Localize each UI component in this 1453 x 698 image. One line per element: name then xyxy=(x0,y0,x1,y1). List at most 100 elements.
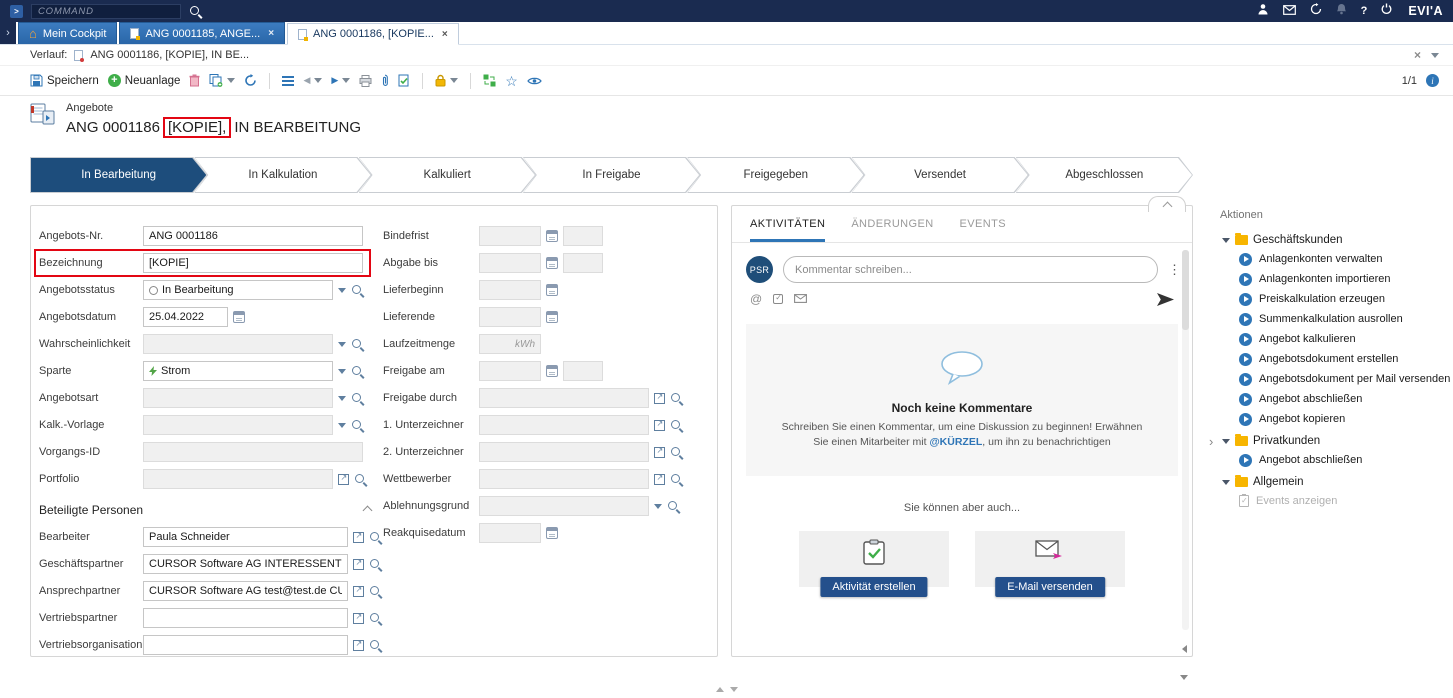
open-record-icon[interactable] xyxy=(353,613,364,624)
send-icon[interactable] xyxy=(1157,293,1174,306)
abgabe-bis-input[interactable] xyxy=(479,253,541,273)
freigabe-am-input[interactable] xyxy=(479,361,541,381)
new-button[interactable]: + Neuanlage xyxy=(108,74,181,87)
angebotsart-input[interactable] xyxy=(143,388,333,408)
vorgangs-id-input[interactable] xyxy=(143,442,363,462)
attachment-button[interactable] xyxy=(381,74,389,87)
close-icon[interactable]: × xyxy=(442,29,448,40)
kalk-vorlage-input[interactable] xyxy=(143,415,333,435)
wettbewerber-input[interactable] xyxy=(479,469,649,489)
open-record-icon[interactable] xyxy=(654,447,665,458)
calendar-icon[interactable] xyxy=(546,365,558,377)
tab-aenderungen[interactable]: ÄNDERUNGEN xyxy=(851,218,933,242)
search-icon[interactable] xyxy=(670,446,683,459)
angebots-nr-input[interactable]: ANG 0001186 xyxy=(143,226,363,246)
lieferbeginn-input[interactable] xyxy=(479,280,541,300)
scroll-left-button[interactable] xyxy=(1176,641,1192,656)
chevron-down-icon[interactable] xyxy=(450,78,458,83)
action-item[interactable]: Angebot kalkulieren xyxy=(1206,329,1453,349)
ansprechpartner-input[interactable]: CURSOR Software AG test@test.de CURS... xyxy=(143,581,348,601)
search-icon[interactable] xyxy=(351,392,364,405)
search-icon[interactable] xyxy=(351,419,364,432)
collapse-triangle-icon[interactable] xyxy=(1222,480,1230,485)
transfer-button[interactable] xyxy=(483,74,496,87)
action-item[interactable]: Angebot abschließen xyxy=(1206,450,1453,470)
more-menu-icon[interactable]: ⋮ xyxy=(1168,262,1178,278)
favorite-button[interactable]: ☆ xyxy=(505,74,518,88)
tab-events[interactable]: EVENTS xyxy=(960,218,1006,242)
stage-versendet[interactable]: Versendet xyxy=(851,157,1028,193)
portfolio-input[interactable] xyxy=(143,469,333,489)
info-icon[interactable]: i xyxy=(1426,74,1439,87)
search-icon[interactable] xyxy=(667,500,680,513)
open-record-icon[interactable] xyxy=(654,420,665,431)
power-icon[interactable] xyxy=(1381,2,1392,20)
open-record-icon[interactable] xyxy=(654,393,665,404)
search-icon[interactable] xyxy=(351,338,364,351)
search-icon[interactable] xyxy=(351,284,364,297)
user-icon[interactable] xyxy=(1257,2,1269,20)
open-record-icon[interactable] xyxy=(353,640,364,651)
tab-mein-cockpit[interactable]: ⌂ Mein Cockpit xyxy=(18,22,117,44)
group-privatkunden[interactable]: › Privatkunden xyxy=(1206,432,1453,450)
lieferende-input[interactable] xyxy=(479,307,541,327)
bell-icon[interactable] xyxy=(1336,2,1347,20)
dropdown-icon[interactable] xyxy=(338,369,346,374)
command-input[interactable] xyxy=(31,4,181,19)
freigabe-am-time-input[interactable] xyxy=(563,361,603,381)
angebotsdatum-input[interactable]: 25.04.2022 xyxy=(143,307,228,327)
help-icon[interactable]: ? xyxy=(1361,5,1368,17)
close-icon[interactable]: × xyxy=(1414,48,1421,62)
tab-ang-0001186[interactable]: ANG 0001186, [KOPIE... × xyxy=(287,23,459,45)
collapse-icon[interactable] xyxy=(363,505,373,515)
open-record-icon[interactable] xyxy=(654,474,665,485)
action-item[interactable]: Anlagenkonten importieren xyxy=(1206,269,1453,289)
expand-chevron-icon[interactable]: › xyxy=(1209,434,1213,449)
refresh-button[interactable] xyxy=(244,74,257,87)
search-icon[interactable] xyxy=(670,473,683,486)
vertriebspartner-input[interactable] xyxy=(143,608,348,628)
stage-abgeschlossen[interactable]: Abgeschlossen xyxy=(1016,157,1193,193)
stage-in-kalkulation[interactable]: In Kalkulation xyxy=(194,157,371,193)
chevron-down-icon[interactable] xyxy=(227,78,235,83)
document-check-button[interactable] xyxy=(398,74,410,87)
bezeichnung-input[interactable]: [KOPIE] xyxy=(143,253,363,273)
search-icon[interactable] xyxy=(189,5,202,18)
stage-freigegeben[interactable]: Freigegeben xyxy=(687,157,864,193)
action-item[interactable]: Anlagenkonten verwalten xyxy=(1206,249,1453,269)
calendar-icon[interactable] xyxy=(233,311,245,323)
task-icon[interactable] xyxy=(773,294,783,304)
search-icon[interactable] xyxy=(369,612,382,625)
stage-in-freigabe[interactable]: In Freigabe xyxy=(523,157,700,193)
open-record-icon[interactable] xyxy=(338,474,349,485)
verlauf-entry[interactable]: ANG 0001186, [KOPIE], IN BE... xyxy=(90,49,249,61)
dropdown-icon[interactable] xyxy=(338,396,346,401)
group-geschaeftskunden[interactable]: Geschäftskunden xyxy=(1206,231,1453,249)
abgabe-bis-time-input[interactable] xyxy=(563,253,603,273)
watch-button[interactable] xyxy=(527,76,542,86)
scroll-down-button[interactable] xyxy=(1176,670,1192,685)
collapse-triangle-icon[interactable] xyxy=(1222,439,1230,444)
freigabe-durch-input[interactable] xyxy=(479,388,649,408)
action-item[interactable]: Angebot abschließen xyxy=(1206,389,1453,409)
sparte-input[interactable]: Strom xyxy=(143,361,333,381)
open-record-icon[interactable] xyxy=(353,559,364,570)
lock-button[interactable] xyxy=(435,74,458,87)
calendar-icon[interactable] xyxy=(546,311,558,323)
search-icon[interactable] xyxy=(369,639,382,652)
list-button[interactable] xyxy=(282,76,294,86)
scrollbar-thumb[interactable] xyxy=(1182,250,1189,330)
open-record-icon[interactable] xyxy=(353,532,364,543)
tab-overflow-chevron[interactable]: › xyxy=(0,21,16,44)
search-icon[interactable] xyxy=(369,558,382,571)
angebotsstatus-input[interactable]: In Bearbeitung xyxy=(143,280,333,300)
close-icon[interactable]: × xyxy=(268,28,274,39)
splitter-handle[interactable] xyxy=(716,687,738,692)
group-allgemein[interactable]: Allgemein xyxy=(1206,473,1453,491)
print-button[interactable] xyxy=(359,75,372,87)
stage-kalkuliert[interactable]: Kalkuliert xyxy=(359,157,536,193)
delete-button[interactable] xyxy=(189,74,200,87)
mention-icon[interactable]: @ xyxy=(750,292,762,306)
tab-aktivitaeten[interactable]: AKTIVITÄTEN xyxy=(750,218,825,242)
open-record-icon[interactable] xyxy=(353,586,364,597)
